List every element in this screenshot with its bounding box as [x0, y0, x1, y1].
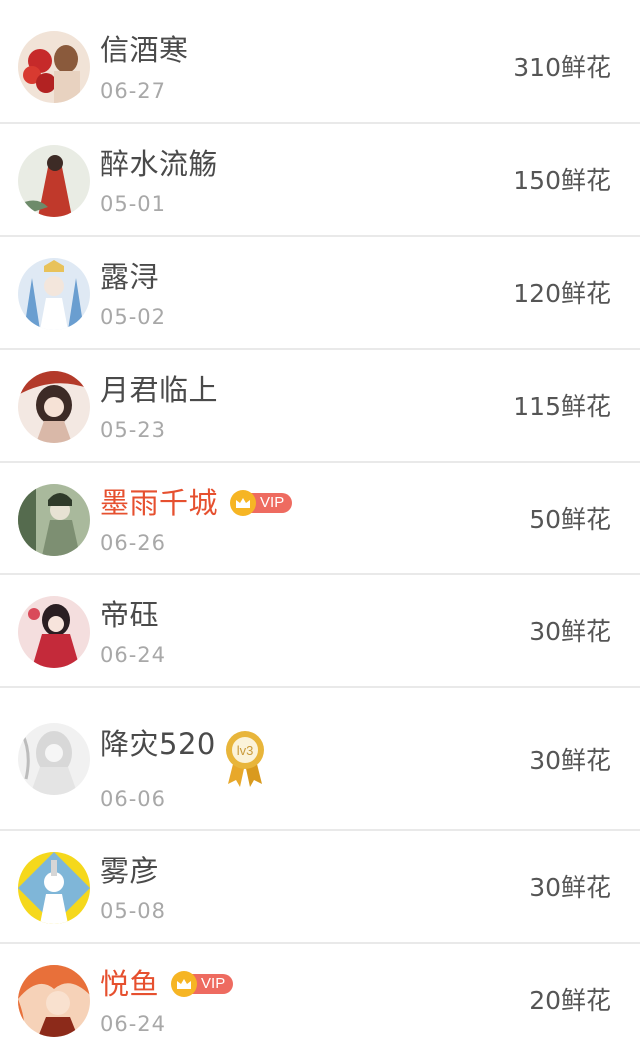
- avatar-image: [18, 852, 90, 924]
- gift-date: 05-08: [100, 899, 167, 923]
- list-item[interactable]: 帝砡 06-24 30鲜花: [0, 575, 640, 688]
- avatar-image: [18, 31, 90, 103]
- gift-date: 05-01: [100, 192, 167, 216]
- flower-count: 115鲜花: [513, 392, 611, 421]
- flower-count: 150鲜花: [513, 166, 611, 195]
- user-name-line: 墨雨千城 VIP: [100, 485, 293, 521]
- avatar-image: [18, 596, 90, 668]
- avatar[interactable]: [18, 852, 90, 924]
- avatar[interactable]: [18, 723, 90, 795]
- user-name-line: 月君临上: [100, 372, 218, 408]
- avatar[interactable]: [18, 31, 90, 103]
- list-item[interactable]: 醉水流觞 05-01 150鲜花: [0, 124, 640, 237]
- list-item[interactable]: 悦鱼 VIP 06-24 20鲜花: [0, 944, 640, 1053]
- user-name[interactable]: 帝砡: [100, 597, 159, 633]
- list-item[interactable]: 露浔 05-02 120鲜花: [0, 237, 640, 350]
- user-name[interactable]: 信酒寒: [100, 32, 189, 68]
- avatar-image: [18, 723, 90, 795]
- flower-count: 30鲜花: [529, 617, 611, 646]
- avatar[interactable]: [18, 145, 90, 217]
- user-name-line: 悦鱼 VIP: [100, 966, 234, 1002]
- gift-date: 06-24: [100, 1012, 167, 1036]
- avatar-image: [18, 145, 90, 217]
- crown-icon: [171, 971, 198, 997]
- avatar[interactable]: [18, 484, 90, 556]
- avatar[interactable]: [18, 371, 90, 443]
- flower-count: 50鲜花: [529, 505, 611, 534]
- avatar[interactable]: [18, 596, 90, 668]
- user-name-line: 帝砡: [100, 597, 159, 633]
- level-medal-label: lv3: [237, 743, 254, 758]
- vip-badge: VIP: [230, 490, 293, 516]
- avatar-image: [18, 258, 90, 330]
- avatar-image: [18, 965, 90, 1037]
- gift-date: 06-26: [100, 531, 167, 555]
- user-name[interactable]: 雾彦: [100, 853, 159, 889]
- gift-date: 05-23: [100, 418, 167, 442]
- avatar-image: [18, 484, 90, 556]
- user-name-line: 醉水流觞: [100, 146, 218, 182]
- user-name-line: 露浔: [100, 259, 159, 295]
- user-name-line: 雾彦: [100, 853, 159, 889]
- crown-icon: [230, 490, 257, 516]
- list-item[interactable]: 月君临上 05-23 115鲜花: [0, 350, 640, 463]
- gift-date: 06-24: [100, 643, 167, 667]
- list-item[interactable]: 降灾520 lv3 06-06 30鲜花: [0, 688, 640, 831]
- vip-badge: VIP: [171, 971, 234, 997]
- flower-ranking-list: 信酒寒 06-27 310鲜花 醉水流觞 05-01 150鲜花 露浔 05-0…: [0, 0, 640, 1053]
- gift-date: 06-06: [100, 787, 167, 811]
- gift-date: 05-02: [100, 305, 167, 329]
- list-item[interactable]: 信酒寒 06-27 310鲜花: [0, 0, 640, 124]
- flower-count: 20鲜花: [529, 986, 611, 1015]
- user-name[interactable]: 墨雨千城: [100, 485, 218, 521]
- flower-count: 120鲜花: [513, 279, 611, 308]
- list-item[interactable]: 雾彦 05-08 30鲜花: [0, 831, 640, 944]
- user-name-line: 降灾520 lv3: [100, 720, 266, 788]
- flower-count: 310鲜花: [513, 53, 611, 82]
- user-name[interactable]: 降灾520: [100, 726, 216, 762]
- avatar[interactable]: [18, 258, 90, 330]
- flower-count: 30鲜花: [529, 746, 611, 775]
- user-name[interactable]: 醉水流觞: [100, 146, 218, 182]
- list-item[interactable]: 墨雨千城 VIP 06-26 50鲜花: [0, 463, 640, 575]
- user-name[interactable]: 露浔: [100, 259, 159, 295]
- user-name-line: 信酒寒: [100, 32, 189, 68]
- flower-count: 30鲜花: [529, 873, 611, 902]
- avatar[interactable]: [18, 965, 90, 1037]
- avatar-image: [18, 371, 90, 443]
- user-name[interactable]: 月君临上: [100, 372, 218, 408]
- level-medal-icon: lv3: [224, 730, 266, 788]
- gift-date: 06-27: [100, 79, 167, 103]
- user-name[interactable]: 悦鱼: [100, 966, 159, 1002]
